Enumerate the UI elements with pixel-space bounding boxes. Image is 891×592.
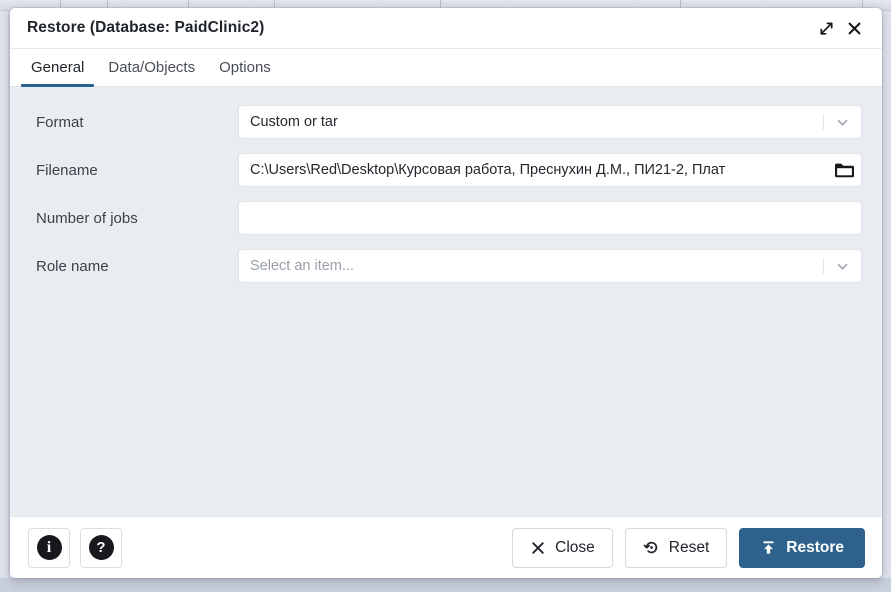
reset-icon (643, 541, 657, 554)
role-name-select-value: Select an item... (250, 258, 354, 274)
background-left-gutter (0, 11, 9, 592)
tab-general-label: General (31, 59, 85, 76)
general-tab-panel: Format Custom or tar Filename C:\Users\R… (10, 87, 882, 516)
close-icon[interactable] (840, 14, 868, 42)
tab-data-objects[interactable]: Data/Objects (96, 49, 207, 86)
tab-data-objects-label: Data/Objects (108, 59, 196, 76)
role-name-select[interactable]: Select an item... (238, 249, 862, 283)
chevron-down-glyph (837, 263, 847, 270)
tab-options-label: Options (219, 59, 271, 76)
footer-right-group: Close Reset Restore (512, 527, 865, 568)
dialog-tabs: General Data/Objects Options (10, 49, 882, 87)
expand-diagonal-glyph (819, 22, 833, 35)
label-format: Format (36, 113, 84, 131)
footer-left-group: i ? (28, 527, 122, 568)
upload-arrow-icon (763, 541, 774, 554)
form-row-filename: Filename C:\Users\Red\Desktop\Курсовая р… (28, 153, 862, 187)
dialog-footer: i ? Close Reset Restore (10, 516, 882, 578)
tab-general[interactable]: General (19, 49, 96, 87)
filename-field[interactable]: C:\Users\Red\Desktop\Курсовая работа, Пр… (238, 153, 862, 187)
background-bottom-gutter (0, 578, 891, 592)
info-icon: i (36, 535, 62, 560)
filename-input[interactable]: C:\Users\Red\Desktop\Курсовая работа, Пр… (239, 162, 827, 178)
restore-button[interactable]: Restore (739, 527, 865, 568)
folder-glyph (834, 163, 854, 178)
label-filename: Filename (36, 161, 98, 179)
restore-button-label: Restore (786, 538, 844, 556)
form-row-role-name: Role name Select an item... (28, 249, 862, 283)
format-select-value: Custom or tar (250, 114, 338, 130)
reset-button[interactable]: Reset (624, 527, 728, 568)
tab-options[interactable]: Options (207, 49, 283, 86)
chevron-down-icon[interactable] (823, 106, 861, 138)
folder-icon[interactable] (827, 154, 861, 186)
close-x-icon (532, 541, 544, 554)
dialog-title: Restore (Database: PaidClinic2) (27, 19, 265, 36)
label-role-name: Role name (36, 257, 109, 275)
number-of-jobs-field[interactable] (238, 201, 862, 235)
help-button[interactable]: ? (80, 527, 122, 568)
close-button-label: Close (555, 538, 595, 556)
chevron-down-icon[interactable] (823, 250, 861, 282)
restore-dialog: Restore (Database: PaidClinic2) General … (10, 8, 882, 578)
close-button[interactable]: Close (512, 527, 613, 568)
info-button[interactable]: i (28, 527, 70, 568)
form-row-number-of-jobs: Number of jobs (28, 201, 862, 235)
help-icon: ? (88, 535, 114, 560)
expand-diagonal-icon[interactable] (812, 14, 840, 42)
dialog-titlebar: Restore (Database: PaidClinic2) (10, 8, 882, 49)
reset-button-label: Reset (668, 538, 710, 556)
format-select[interactable]: Custom or tar (238, 105, 862, 139)
label-number-of-jobs: Number of jobs (36, 209, 138, 227)
chevron-down-glyph (837, 119, 847, 126)
form-row-format: Format Custom or tar (28, 105, 862, 139)
close-glyph (848, 22, 860, 34)
